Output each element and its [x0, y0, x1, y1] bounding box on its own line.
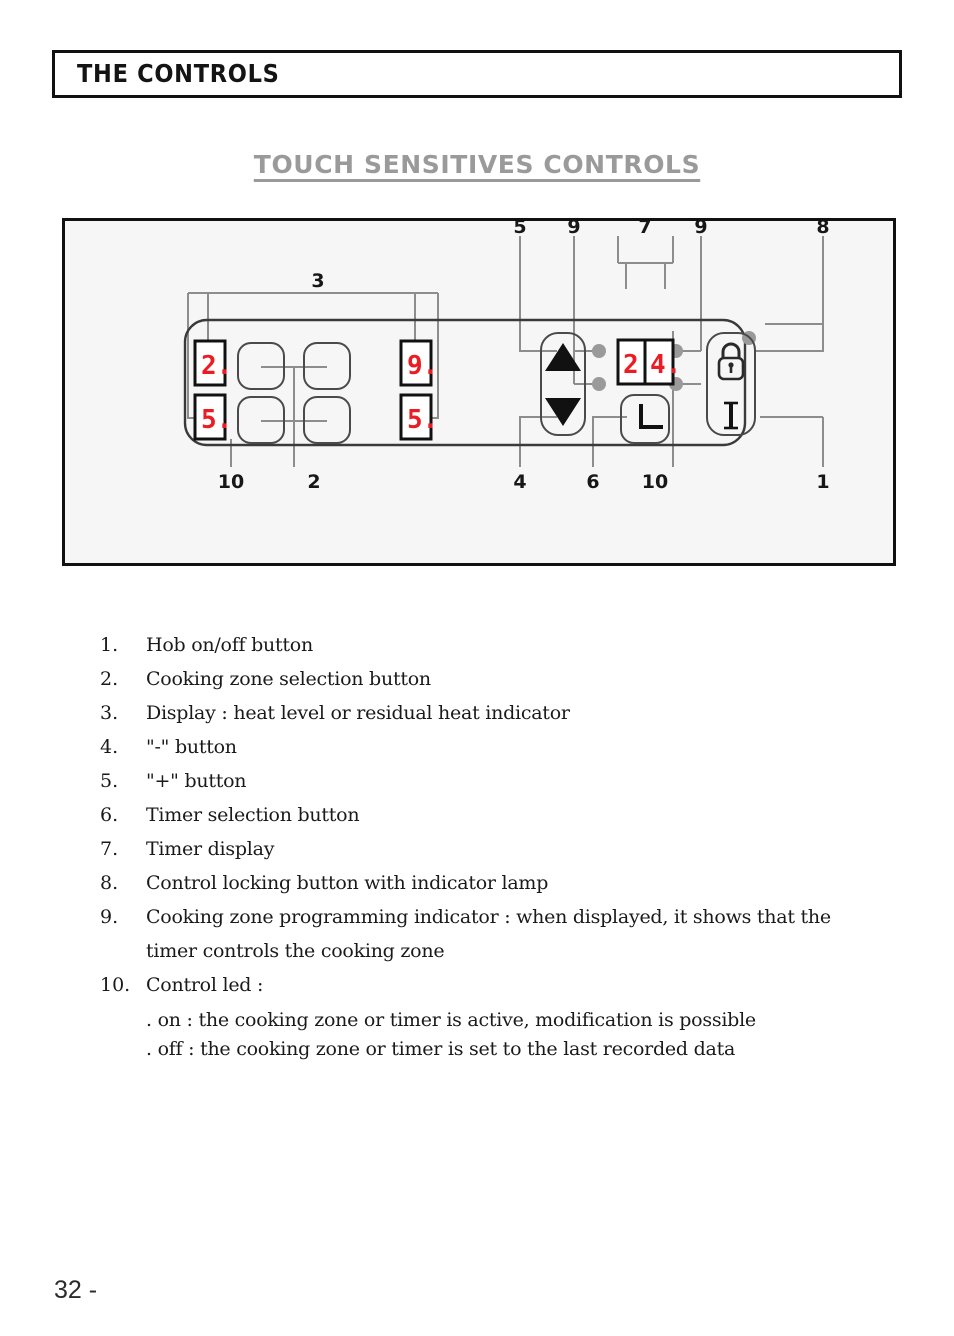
list-item: 3. Display : heat level or residual heat… — [100, 700, 890, 727]
zone-display-rear-left: 5. — [193, 393, 232, 441]
list-item-number: 7. — [100, 838, 119, 860]
callout-bottom-4: 4 — [513, 471, 526, 493]
callout-top-7: 7 — [638, 221, 651, 238]
power-icon — [724, 401, 738, 430]
list-item-text: timer controls the cooking zone — [146, 940, 445, 962]
list-item: 8. Control locking button with indicator… — [100, 870, 890, 897]
list-item-number: 5. — [100, 770, 119, 792]
list-item: 10. Control led : — [100, 972, 890, 999]
callout-top-8: 8 — [816, 221, 829, 238]
list-item-text: Timer display — [146, 838, 275, 860]
zone-display-front-left: 2. — [193, 339, 232, 387]
list-item: 2. Cooking zone selection button — [100, 666, 890, 693]
list-item-number: 10. — [100, 974, 131, 996]
padlock-icon — [717, 342, 745, 381]
list-item: 1. Hob on/off button — [100, 632, 890, 659]
list-item-text: "-" button — [146, 736, 237, 758]
zone-display-rear-left-value: 5. — [201, 405, 232, 435]
list-item-number: 8. — [100, 872, 119, 894]
list-item-continuation: timer controls the cooking zone — [100, 938, 890, 965]
page-header-box: THE CONTROLS — [52, 50, 902, 98]
zone-display-front-right-value: 9. — [407, 351, 438, 381]
hob-onoff-lock-button[interactable] — [706, 332, 756, 436]
list-item-number: 9. — [100, 906, 119, 928]
list-item-number: 3. — [100, 702, 119, 724]
clock-icon — [639, 404, 663, 429]
list-item-number: 1. — [100, 634, 119, 656]
timer-select-button[interactable] — [620, 394, 670, 444]
list-item-text: Cooking zone programming indicator : whe… — [146, 906, 831, 928]
page-title: THE CONTROLS — [77, 58, 280, 88]
list-item: 9. Cooking zone programming indicator : … — [100, 904, 890, 931]
timer-display-tens: 2 — [623, 350, 639, 380]
list-item-text: Hob on/off button — [146, 634, 313, 656]
list-item-text: Timer selection button — [146, 804, 360, 826]
callout-top-9-left: 9 — [567, 221, 580, 238]
list-item-text: "+" button — [146, 770, 247, 792]
control-panel-figure: 2. 5. 9. 5. 2 4. 3 5 9 7 9 8 10 2 4 6 10… — [62, 218, 896, 566]
zone-display-rear-right-value: 5. — [407, 405, 438, 435]
legend-list: 1. Hob on/off button 2. Cooking zone sel… — [100, 632, 890, 1064]
callout-top-3: 3 — [311, 270, 324, 292]
list-item-number: 2. — [100, 668, 119, 690]
list-item-text: Control locking button with indicator la… — [146, 872, 549, 894]
programming-led-top-left — [592, 344, 606, 358]
section-heading: TOUCH SENSITIVES CONTROLS — [253, 150, 701, 179]
zone-display-rear-right: 5. — [399, 393, 438, 441]
callout-bottom-10-right: 10 — [642, 471, 668, 493]
callout-top-9-right: 9 — [694, 221, 707, 238]
list-sub-line-off: . off : the cooking zone or timer is set… — [146, 1038, 736, 1060]
list-item-number: 4. — [100, 736, 119, 758]
callout-bottom-10-left: 10 — [218, 471, 244, 493]
callout-bottom-1: 1 — [816, 471, 829, 493]
zone-display-front-left-value: 2. — [201, 351, 232, 381]
timer-display: 2 4. — [616, 338, 681, 386]
callout-top-5: 5 — [513, 221, 526, 238]
callout-labels-top: 3 5 9 7 9 8 — [311, 221, 829, 292]
list-item-text: Display : heat level or residual heat in… — [146, 702, 570, 724]
callout-bottom-2: 2 — [307, 471, 320, 493]
page-number: 32 - — [54, 1276, 98, 1304]
up-triangle-icon[interactable] — [545, 343, 581, 371]
list-item-number: 6. — [100, 804, 119, 826]
callout-bottom-6: 6 — [586, 471, 599, 493]
list-sub-line-on: . on : the cooking zone or timer is acti… — [146, 1009, 756, 1031]
callout-labels-bottom: 10 2 4 6 10 1 — [218, 471, 830, 493]
down-triangle-icon[interactable] — [545, 398, 581, 426]
list-item-text: Cooking zone selection button — [146, 668, 431, 690]
programming-led-bottom-left — [592, 377, 606, 391]
list-item: 7. Timer display — [100, 836, 890, 863]
zone-display-front-right: 9. — [399, 339, 438, 387]
list-item-text: Control led : — [146, 974, 264, 996]
list-item: 6. Timer selection button — [100, 802, 890, 829]
timer-display-units: 4. — [650, 350, 681, 380]
list-item: 4. "-" button — [100, 734, 890, 761]
list-item: 5. "+" button — [100, 768, 890, 795]
